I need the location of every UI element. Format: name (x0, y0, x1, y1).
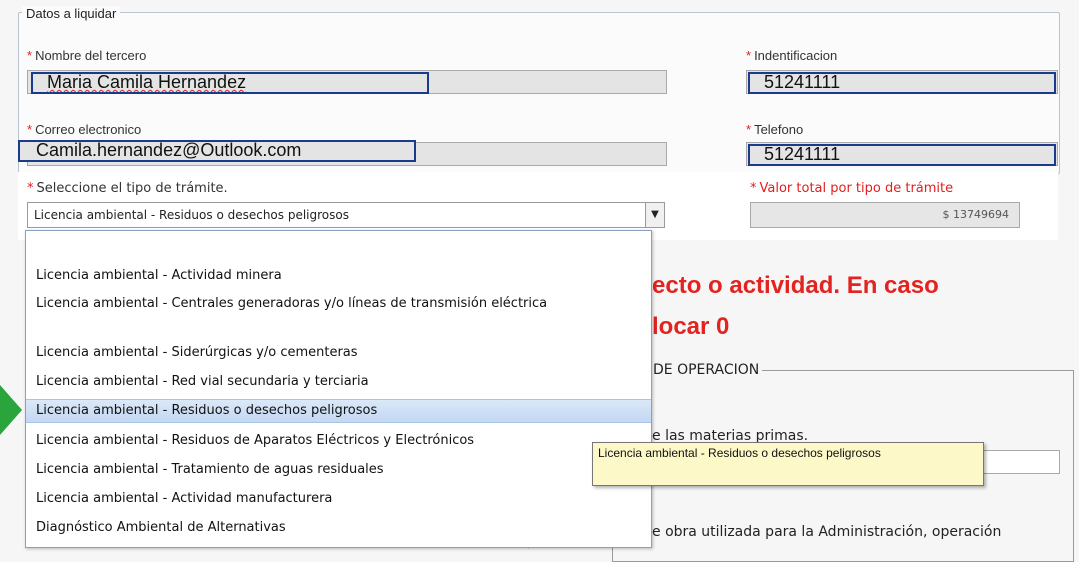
arrow-indicator-icon (0, 385, 22, 435)
nombre-overlay: Maria Camila Hernandez (31, 72, 429, 94)
tramite-selected-value: Licencia ambiental - Residuos o desechos… (34, 208, 349, 222)
instruction-heading-line1: ecto o actividad. En caso (652, 272, 939, 299)
dropdown-option[interactable]: Licencia ambiental - Siderúrgicas y/o ce… (26, 344, 651, 362)
identificacion-label: * Indentificacion (746, 48, 838, 63)
dropdown-option[interactable]: Licencia ambiental - Actividad manufactu… (26, 490, 651, 508)
correo-label: * Correo electronico (27, 122, 142, 137)
telefono-label: * Telefono (746, 122, 804, 137)
correo-overlay: Camila.hernandez@Outlook.com (18, 140, 416, 162)
dropdown-option[interactable]: Licencia ambiental - Red vial secundaria… (26, 373, 651, 391)
dropdown-option[interactable]: Licencia ambiental - Centrales generador… (26, 295, 626, 313)
mano-obra-text: e obra utilizada para la Administración,… (652, 524, 1002, 540)
valor-label: * Valor total por tipo de trámite (750, 181, 954, 196)
nombre-label: * Nombre del tercero (27, 48, 147, 63)
tramite-label: * Seleccione el tipo de trámite. (27, 181, 228, 196)
dropdown-option[interactable]: Licencia ambiental - Tratamiento de agua… (26, 461, 651, 479)
instruction-heading-line2: locar 0 (652, 313, 730, 340)
fieldset-legend: Datos a liquidar (22, 6, 121, 21)
tramite-dropdown-list[interactable]: Licencia ambiental - Actividad minera Li… (25, 230, 652, 548)
tramite-select[interactable]: Licencia ambiental - Residuos o desechos… (27, 202, 665, 228)
valor-total-field: $ 13749694 (750, 202, 1020, 228)
telefono-overlay: 51241111 (748, 144, 1056, 166)
dropdown-option[interactable]: Diagnóstico Ambiental de Alternativas (26, 519, 651, 537)
identificacion-overlay: 51241111 (748, 72, 1056, 94)
operacion-legend: DE OPERACION (650, 362, 763, 378)
option-tooltip: Licencia ambiental - Residuos o desechos… (592, 442, 984, 486)
chevron-down-icon[interactable]: ▼ (645, 203, 664, 227)
dropdown-option-highlighted[interactable]: Licencia ambiental - Residuos o desechos… (26, 399, 651, 423)
dropdown-option[interactable]: Licencia ambiental - Actividad minera (26, 267, 651, 285)
dropdown-option[interactable]: Licencia ambiental - Residuos de Aparato… (26, 432, 651, 450)
